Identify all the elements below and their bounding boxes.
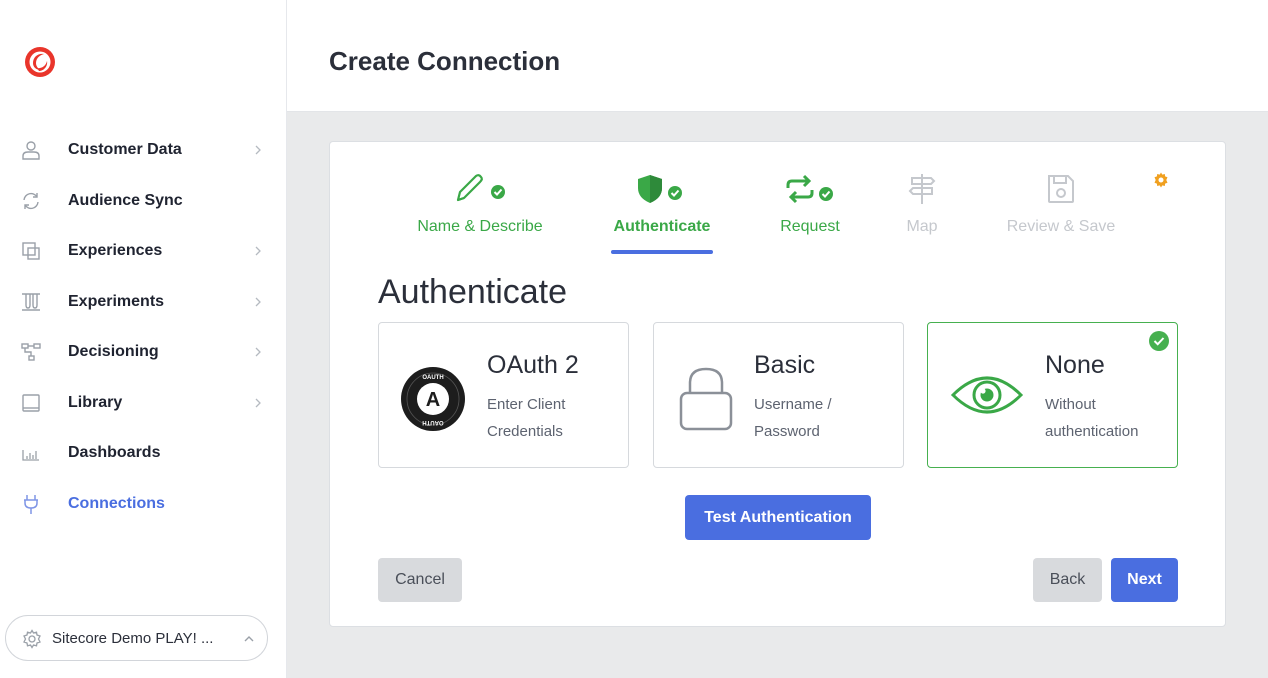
chevron-right-icon: [255, 145, 261, 155]
auth-option-subtitle: Username / Password: [754, 396, 832, 440]
auth-option-subtitle: Enter Client Credentials: [487, 396, 566, 440]
dashboards-icon: [22, 450, 39, 461]
sidebar-item-experiences[interactable]: Experiences: [0, 226, 286, 277]
sidebar-item-label: Decisioning: [68, 343, 159, 361]
plug-icon: [24, 494, 38, 514]
step-request[interactable]: Request: [760, 172, 860, 236]
chevron-up-icon: [244, 636, 254, 642]
next-button[interactable]: Next: [1111, 558, 1178, 602]
sidebar-item-customer-data[interactable]: Customer Data: [0, 125, 286, 176]
step-name-describe[interactable]: Name & Describe: [410, 172, 550, 236]
auth-option-subtitle: Without authentication: [1045, 396, 1139, 440]
sidebar-item-label: Experiments: [68, 292, 165, 310]
step-review-save[interactable]: Review & Save: [996, 172, 1126, 236]
save-icon: [1048, 175, 1074, 203]
sidebar-item-label: Connections: [68, 494, 165, 512]
step-label: Map: [906, 218, 938, 235]
experiments-icon: [22, 293, 40, 311]
library-icon: [22, 394, 40, 412]
page-title: Create Connection: [329, 46, 561, 76]
sidebar-item-label: Library: [68, 393, 123, 411]
sync-icon: [23, 192, 39, 209]
sidebar-item-experiments[interactable]: Experiments: [0, 277, 286, 328]
section-title: Authenticate: [378, 273, 568, 311]
step-label: Authenticate: [613, 218, 711, 235]
tenant-switcher[interactable]: Sitecore Demo PLAY! ...: [5, 615, 268, 661]
auth-option-title: None: [1045, 351, 1105, 379]
chevron-right-icon: [255, 347, 261, 357]
chevron-right-icon: [255, 297, 261, 307]
person-icon: [22, 141, 40, 160]
experiences-icon: [22, 242, 40, 260]
tenant-name: Sitecore Demo PLAY! ...: [52, 629, 214, 647]
oauth-badge-top-text: OAUTH: [422, 375, 443, 381]
pencil-check-icon: [456, 174, 505, 202]
active-step-indicator: [611, 250, 713, 254]
sidebar-item-connections[interactable]: Connections: [0, 479, 286, 530]
test-authentication-button[interactable]: Test Authentication: [685, 495, 871, 540]
oauth-badge-icon: A OAUTH OAUTH: [401, 367, 465, 431]
auth-option-title: OAuth 2: [487, 351, 579, 379]
sidebar-item-label: Customer Data: [68, 141, 182, 159]
oauth-badge-bottom-text: OAUTH: [422, 419, 443, 425]
decisioning-icon: [21, 343, 41, 361]
eye-icon: [950, 376, 1024, 414]
auth-option-title: Basic: [754, 351, 816, 379]
chevron-right-icon: [255, 398, 261, 408]
back-button[interactable]: Back: [1033, 558, 1102, 602]
step-map[interactable]: Map: [892, 172, 952, 236]
sidebar: Customer Data Audience Sync Experiences …: [0, 0, 287, 678]
step-label: Request: [780, 218, 840, 235]
cancel-button[interactable]: Cancel: [378, 558, 462, 602]
signpost-icon: [908, 174, 936, 204]
sitecore-logo-icon[interactable]: [24, 46, 56, 78]
step-label: Name & Describe: [417, 218, 543, 235]
sidebar-item-library[interactable]: Library: [0, 378, 286, 429]
wizard-card: Name & Describe Authenticate Request Map…: [329, 141, 1226, 627]
sidebar-item-audience-sync[interactable]: Audience Sync: [0, 176, 286, 227]
sidebar-item-decisioning[interactable]: Decisioning: [0, 327, 286, 378]
auth-option-basic[interactable]: Basic Username / Password: [653, 322, 904, 468]
sidebar-nav: Customer Data Audience Sync Experiences …: [0, 125, 286, 529]
step-authenticate[interactable]: Authenticate: [602, 172, 722, 236]
sidebar-item-label: Dashboards: [68, 444, 161, 462]
auth-option-oauth2[interactable]: A OAUTH OAUTH OAuth 2 Enter Client Crede…: [378, 322, 629, 468]
selected-check-icon: [1149, 331, 1169, 351]
lock-icon: [679, 367, 733, 431]
sidebar-item-dashboards[interactable]: Dashboards: [0, 428, 286, 479]
sidebar-item-label: Experiences: [68, 242, 163, 260]
chevron-right-icon: [255, 246, 261, 256]
page-header: Create Connection: [287, 0, 1268, 112]
auth-option-none[interactable]: None Without authentication: [927, 322, 1178, 468]
repeat-check-icon: [786, 174, 833, 204]
sidebar-item-label: Audience Sync: [68, 191, 183, 209]
gear-icon[interactable]: [1153, 172, 1169, 188]
step-label: Review & Save: [1006, 218, 1116, 235]
gear-icon: [23, 629, 41, 649]
oauth-badge-letter: A: [426, 389, 440, 411]
main-content: Name & Describe Authenticate Request Map…: [287, 112, 1268, 678]
shield-check-icon: [638, 175, 682, 203]
